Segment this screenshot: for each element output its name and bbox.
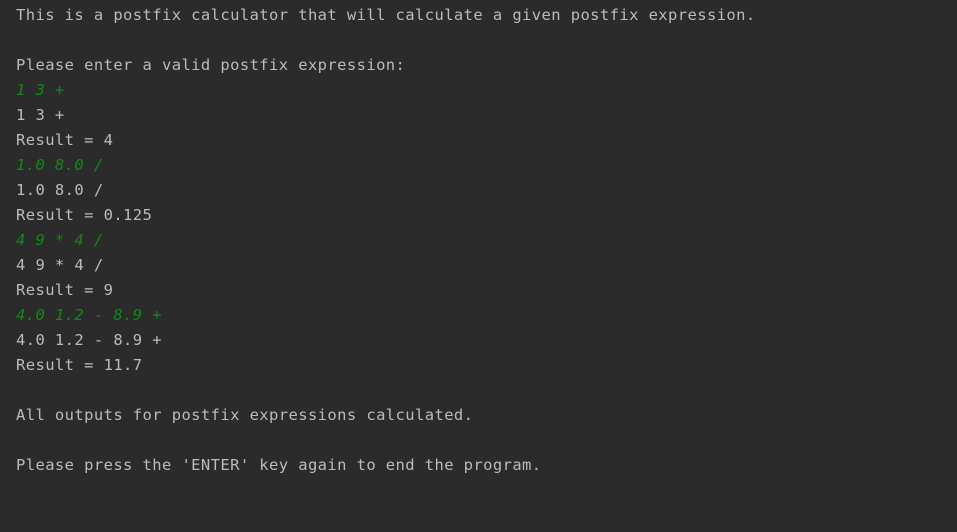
result-line: Result = 9 xyxy=(16,281,114,299)
expression-echo-line: 4.0 1.2 - 8.9 + xyxy=(16,331,162,349)
console-output[interactable]: This is a postfix calculator that will c… xyxy=(0,0,957,532)
user-input-line: 4.0 1.2 - 8.9 + xyxy=(16,306,162,324)
user-input-line: 1 3 + xyxy=(16,81,65,99)
expression-echo-line: 1.0 8.0 / xyxy=(16,181,104,199)
result-line: Result = 11.7 xyxy=(16,356,143,374)
exit-prompt-line: Please press the 'ENTER' key again to en… xyxy=(16,456,542,474)
intro-line: This is a postfix calculator that will c… xyxy=(16,6,756,24)
expression-echo-line: 4 9 * 4 / xyxy=(16,256,104,274)
prompt-line: Please enter a valid postfix expression: xyxy=(16,56,406,74)
user-input-line: 4 9 * 4 / xyxy=(16,231,104,249)
expression-echo-line: 1 3 + xyxy=(16,106,65,124)
result-line: Result = 4 xyxy=(16,131,114,149)
result-line: Result = 0.125 xyxy=(16,206,153,224)
completion-line: All outputs for postfix expressions calc… xyxy=(16,406,474,424)
user-input-line: 1.0 8.0 / xyxy=(16,156,104,174)
